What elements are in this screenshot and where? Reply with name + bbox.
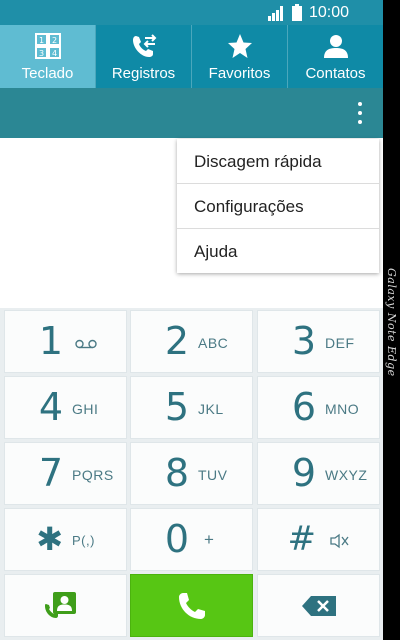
call-button[interactable] (130, 574, 253, 637)
key-0[interactable]: 0 + (130, 508, 253, 571)
key-letters: GHI (72, 401, 99, 417)
key-digit: 0 (164, 517, 189, 561)
phone-icon (179, 593, 205, 619)
key-1[interactable]: 1 (4, 310, 127, 373)
key-5[interactable]: 5 JKL (130, 376, 253, 439)
key-letters: WXYZ (325, 467, 368, 483)
key-digit: 1 (38, 319, 63, 363)
key-letters: DEF (325, 335, 355, 351)
tab-label: Teclado (21, 65, 74, 82)
menu-item-speed-dial[interactable]: Discagem rápida (177, 139, 379, 184)
key-star[interactable]: ✱ P(,) (4, 508, 127, 571)
tab-contatos[interactable]: Contatos (287, 25, 383, 88)
menu-item-settings[interactable]: Configurações (177, 184, 379, 229)
key-6[interactable]: 6 MNO (257, 376, 380, 439)
status-bar: 10:00 (0, 0, 383, 25)
key-digit: # (287, 519, 317, 559)
svg-text:3: 3 (38, 49, 43, 58)
dot (358, 120, 362, 124)
overflow-menu: Discagem rápida Configurações Ajuda (177, 139, 379, 273)
key-letters: TUV (198, 467, 228, 483)
key-digit: 8 (164, 451, 189, 495)
key-digit: 7 (38, 451, 63, 495)
backspace-button[interactable] (257, 574, 380, 637)
key-letters: + (204, 530, 215, 549)
action-bar (0, 88, 383, 138)
more-options-button[interactable] (355, 100, 365, 126)
key-letters: P(,) (72, 533, 95, 548)
key-letters: JKL (198, 401, 224, 417)
key-digit: 2 (164, 319, 189, 363)
key-digit: 6 (291, 385, 316, 429)
tab-teclado[interactable]: 1 2 3 4 Teclado (0, 25, 95, 88)
key-4[interactable]: 4 GHI (4, 376, 127, 439)
key-9[interactable]: 9 WXYZ (257, 442, 380, 505)
dot (358, 111, 362, 115)
key-letters: MNO (325, 401, 360, 417)
call-log-icon (132, 34, 156, 57)
contact-icon (323, 35, 348, 58)
key-digit: 3 (291, 319, 316, 363)
star-icon (227, 34, 252, 58)
key-digit: 4 (38, 385, 63, 429)
dot (358, 102, 362, 106)
key-7[interactable]: 7 PQRS (4, 442, 127, 505)
key-3[interactable]: 3 DEF (257, 310, 380, 373)
key-digit: ✱ (36, 520, 63, 558)
tab-label: Favoritos (208, 65, 271, 82)
signal-icon (268, 6, 283, 21)
tab-label: Registros (111, 65, 176, 82)
key-digit: 5 (164, 385, 189, 429)
svg-text:2: 2 (51, 36, 56, 45)
key-letters: PQRS (72, 467, 114, 483)
tab-label: Contatos (305, 65, 366, 82)
dial-keypad: 1 2 ABC 3 DEF 4 GHI 5 JKL 6 MNO 7 PQRS 8… (0, 308, 383, 640)
backspace-icon (302, 596, 336, 616)
voicemail-icon (75, 339, 97, 349)
tab-registros[interactable]: Registros (95, 25, 191, 88)
key-8[interactable]: 8 TUV (130, 442, 253, 505)
key-hash[interactable]: # (257, 508, 380, 571)
tab-bar: 1 2 3 4 Teclado Registros Favoritos Cont… (0, 25, 383, 88)
tab-favoritos[interactable]: Favoritos (191, 25, 287, 88)
mute-icon (330, 533, 349, 549)
add-contact-button[interactable] (4, 574, 127, 637)
status-clock: 10:00 (309, 4, 350, 21)
key-digit: 9 (291, 451, 316, 495)
menu-item-help[interactable]: Ajuda (177, 229, 379, 273)
key-2[interactable]: 2 ABC (130, 310, 253, 373)
svg-text:4: 4 (51, 49, 56, 58)
device-model-label: Galaxy Note Edge (385, 268, 398, 377)
key-letters: ABC (198, 335, 229, 351)
keypad-icon: 1 2 3 4 (34, 33, 61, 59)
add-contact-icon (45, 592, 76, 618)
svg-text:1: 1 (38, 36, 43, 45)
battery-icon (292, 4, 302, 21)
